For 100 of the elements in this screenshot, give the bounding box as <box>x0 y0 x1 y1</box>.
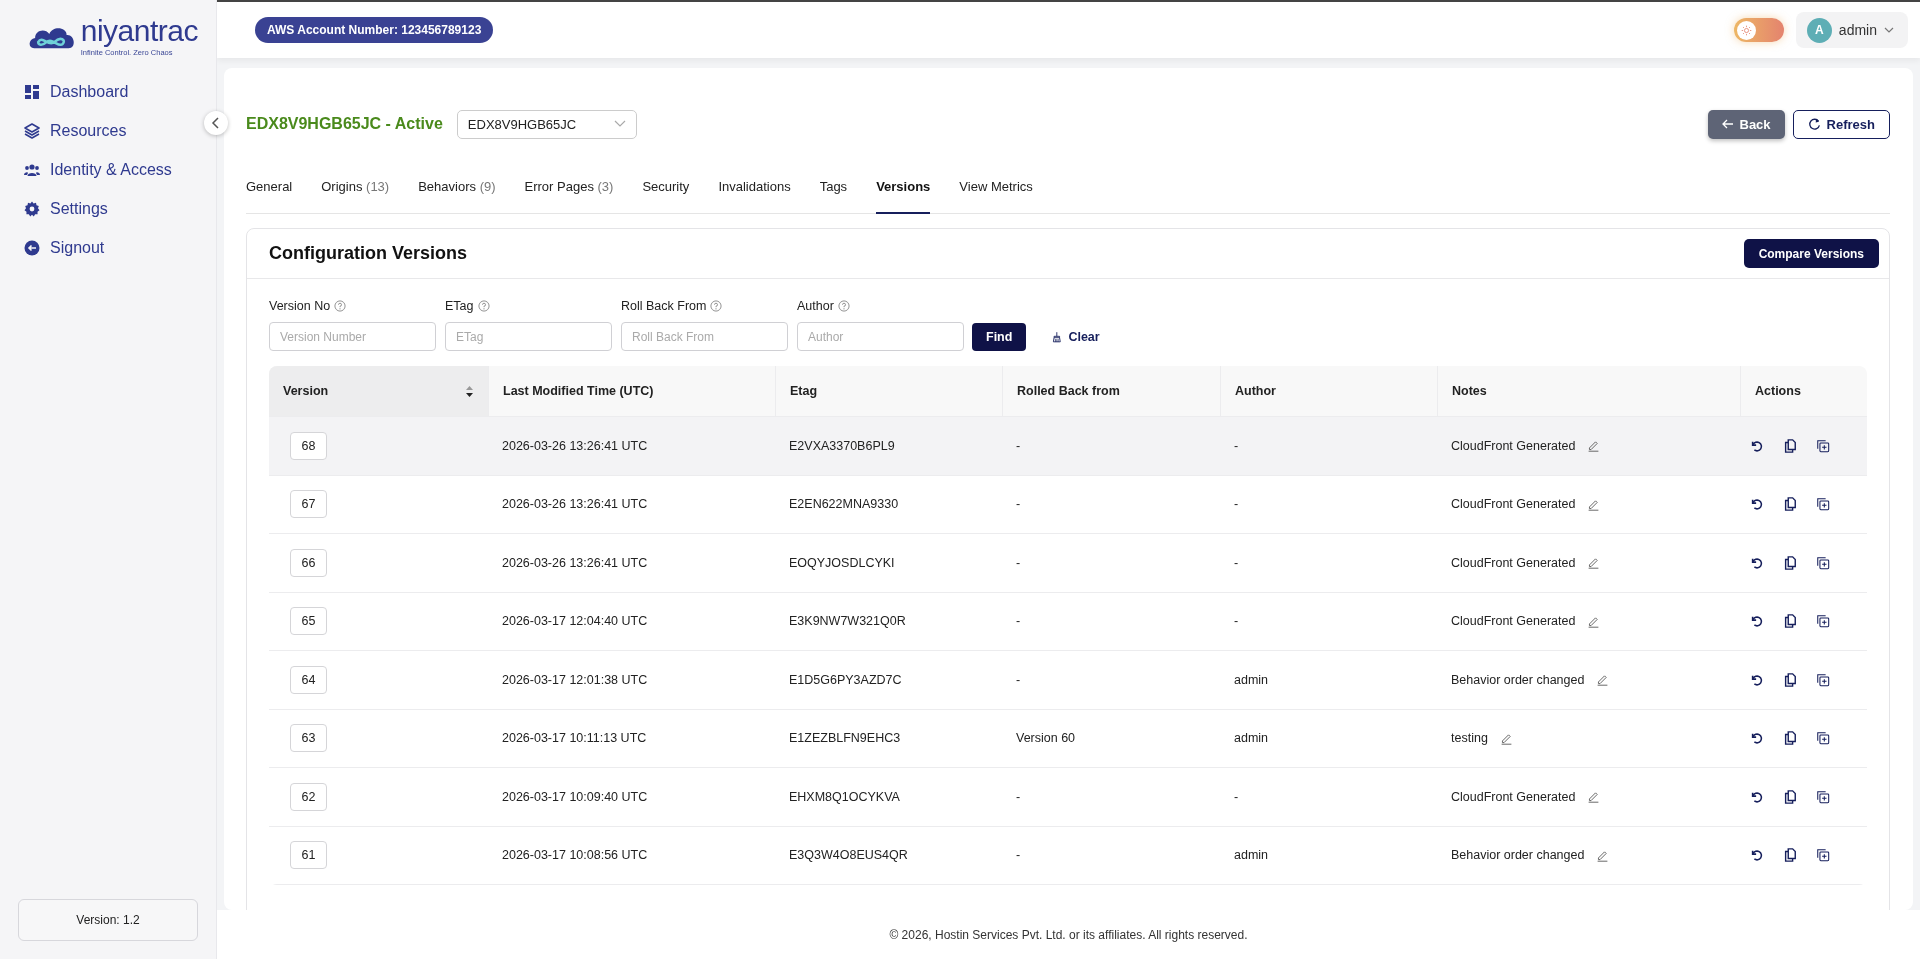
refresh-button[interactable]: Refresh <box>1792 109 1890 139</box>
pencil-icon[interactable] <box>1587 790 1601 804</box>
collapse-button[interactable] <box>204 111 228 135</box>
clear-button[interactable]: Clear <box>1046 323 1106 351</box>
copyright-text: © 2026, Hostin Services Pvt. Ltd. or its affiliates. All rights reserved. <box>217 910 1920 959</box>
duplicate-plus-icon[interactable] <box>1816 672 1830 687</box>
help-icon <box>477 300 490 312</box>
tab[interactable]: Invalidations <box>718 178 791 214</box>
copy-icon[interactable] <box>1783 848 1797 863</box>
duplicate-plus-icon[interactable] <box>1816 731 1830 746</box>
copy-icon[interactable] <box>1783 672 1797 687</box>
table-cell: CloudFront Generated <box>1451 497 1576 512</box>
tab[interactable]: Tags <box>819 178 848 214</box>
table-row[interactable]: 63 2026-03-17 10:11:13 UTC E1ZEZBLFN9EHC3 Version 60 admin testing <box>269 709 1867 768</box>
table-cell: E1ZEZBLFN9EHC3 <box>789 731 901 746</box>
nav-item[interactable]: Dashboard <box>18 83 198 101</box>
tab[interactable]: Security <box>642 178 690 214</box>
field-label: Author <box>797 299 834 313</box>
tab[interactable]: General <box>246 178 293 214</box>
table-cell: Behavior order changed <box>1451 672 1585 687</box>
find-button[interactable]: Find <box>972 323 1027 351</box>
version-number[interactable]: 65 <box>290 607 327 636</box>
copy-icon[interactable] <box>1783 731 1797 746</box>
table-cell: 2026-03-26 13:26:41 UTC <box>502 497 648 512</box>
pencil-icon[interactable] <box>1587 556 1601 570</box>
undo-icon[interactable] <box>1750 789 1764 804</box>
tab[interactable]: Error Pages (3) <box>524 178 614 214</box>
pencil-icon[interactable] <box>1587 439 1601 453</box>
column-header: Actions <box>1740 366 1867 416</box>
undo-icon[interactable] <box>1750 848 1764 863</box>
input-field[interactable]: Version Number <box>269 322 436 351</box>
user-menu[interactable]: A admin <box>1795 12 1908 48</box>
duplicate-plus-icon[interactable] <box>1816 555 1830 570</box>
input-field[interactable]: Author <box>797 322 964 351</box>
table-row[interactable]: 66 2026-03-26 13:26:41 UTC EOQYJOSDLCYKI - - CloudFront Generated <box>269 534 1867 593</box>
pencil-icon[interactable] <box>1499 731 1513 745</box>
version-number[interactable]: 68 <box>290 431 327 460</box>
theme-toggle[interactable] <box>1733 18 1784 42</box>
duplicate-plus-icon[interactable] <box>1816 789 1830 804</box>
nav-item[interactable]: Identity & Access <box>18 161 198 179</box>
table-row[interactable]: 64 2026-03-17 12:01:38 UTC E1D5G6PY3AZD7C - admin Behavior order changed <box>269 651 1867 710</box>
table-row[interactable]: 68 2026-03-26 13:26:41 UTC E2VXA3370B6PL9 - - CloudFront Generated <box>269 417 1867 476</box>
table-row[interactable]: 67 2026-03-26 13:26:41 UTC E2EN622MNA9330 - - CloudFront Generated <box>269 475 1867 534</box>
table-cell: admin <box>1234 672 1269 687</box>
table-row[interactable]: 61 2026-03-17 10:08:56 UTC E3Q3W4O8EUS4QR - admin Behavior order changed <box>269 826 1867 885</box>
nav-item[interactable]: Settings <box>18 200 198 218</box>
tab[interactable]: Behaviors (9) <box>418 178 496 214</box>
pencil-icon[interactable] <box>1596 673 1610 687</box>
copy-icon[interactable] <box>1783 614 1797 629</box>
table-cell: E3Q3W4O8EUS4QR <box>789 848 908 863</box>
table-cell: CloudFront Generated <box>1451 555 1576 570</box>
copy-icon[interactable] <box>1783 438 1797 453</box>
copy-icon[interactable] <box>1783 555 1797 570</box>
compare-versions-button[interactable]: Compare Versions <box>1743 239 1879 268</box>
input-field[interactable]: ETag <box>445 322 612 351</box>
chevron-down-icon <box>613 120 626 128</box>
table-cell: 2026-03-17 12:01:38 UTC <box>502 672 648 687</box>
back-button[interactable]: Back <box>1707 109 1785 139</box>
duplicate-plus-icon[interactable] <box>1816 614 1830 629</box>
refresh-icon <box>1807 117 1821 131</box>
undo-icon[interactable] <box>1750 731 1764 746</box>
duplicate-plus-icon[interactable] <box>1816 497 1830 512</box>
version-number[interactable]: 64 <box>290 665 327 694</box>
version-number[interactable]: 66 <box>290 548 327 577</box>
distribution-select[interactable]: EDX8V9HGB65JC <box>456 109 637 139</box>
tab[interactable]: Origins (13) <box>321 178 390 214</box>
undo-icon[interactable] <box>1750 614 1764 629</box>
copy-icon[interactable] <box>1783 497 1797 512</box>
input-field[interactable]: Roll Back From <box>621 322 788 351</box>
pencil-icon[interactable] <box>1596 848 1610 862</box>
duplicate-plus-icon[interactable] <box>1816 438 1830 453</box>
table-row[interactable]: 65 2026-03-17 12:04:40 UTC E3K9NW7W321Q0R - - CloudFront Generated <box>269 592 1867 651</box>
copy-icon[interactable] <box>1783 789 1797 804</box>
column-header[interactable]: Version <box>269 366 488 416</box>
table-cell: admin <box>1234 848 1269 863</box>
table-cell: - <box>1016 438 1021 453</box>
nav-item[interactable]: Signout <box>18 239 198 257</box>
undo-icon[interactable] <box>1750 555 1764 570</box>
table-cell: testing <box>1451 731 1488 746</box>
undo-icon[interactable] <box>1750 438 1764 453</box>
duplicate-plus-icon[interactable] <box>1816 848 1830 863</box>
version-number[interactable]: 62 <box>290 782 327 811</box>
pencil-icon[interactable] <box>1587 497 1601 511</box>
table-cell: - <box>1016 497 1021 512</box>
tab[interactable]: Versions <box>876 178 931 214</box>
undo-icon[interactable] <box>1750 497 1764 512</box>
sort-icon <box>465 384 474 398</box>
tab[interactable]: View Metrics <box>959 178 1033 214</box>
version-number[interactable]: 61 <box>290 841 327 870</box>
pencil-icon[interactable] <box>1587 614 1601 628</box>
table-row[interactable]: 62 2026-03-17 10:09:40 UTC EHXM8Q1OCYKVA - - CloudFront Generated <box>269 768 1867 827</box>
logo-wordmark: niyantrac <box>80 16 198 46</box>
nav-item[interactable]: Resources <box>18 122 198 140</box>
table-cell: - <box>1234 438 1239 453</box>
table-cell: - <box>1234 614 1239 629</box>
version-number[interactable]: 67 <box>290 490 327 519</box>
undo-icon[interactable] <box>1750 672 1764 687</box>
table-cell: - <box>1234 789 1239 804</box>
table-cell: Version 60 <box>1016 731 1076 746</box>
version-number[interactable]: 63 <box>290 724 327 753</box>
